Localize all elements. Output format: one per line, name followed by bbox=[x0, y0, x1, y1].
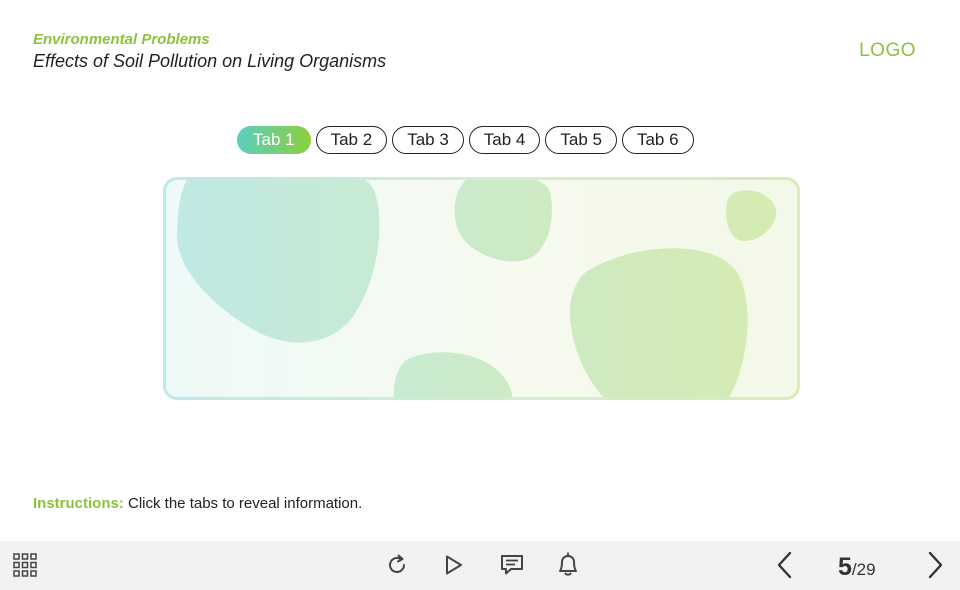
logo: LOGO bbox=[859, 40, 916, 61]
chevron-left-icon[interactable] bbox=[774, 550, 796, 580]
page-counter: 5/29 bbox=[838, 553, 876, 582]
slide-page: Environmental Problems Effects of Soil P… bbox=[0, 0, 960, 590]
blob-shape bbox=[726, 190, 777, 242]
tab-5[interactable]: Tab 5 bbox=[545, 126, 617, 154]
decorative-blobs bbox=[176, 180, 777, 397]
current-page: 5 bbox=[838, 553, 852, 581]
instructions-label: Instructions: bbox=[33, 495, 124, 512]
transcript-icon[interactable] bbox=[499, 553, 525, 577]
blob-shape bbox=[176, 180, 380, 343]
play-icon[interactable] bbox=[442, 553, 466, 577]
chevron-right-icon[interactable] bbox=[924, 550, 946, 580]
player-toolbar bbox=[0, 541, 960, 590]
grid-menu-icon[interactable] bbox=[12, 552, 38, 578]
total-pages: /29 bbox=[851, 560, 876, 579]
replay-icon[interactable] bbox=[385, 553, 409, 577]
tab-6[interactable]: Tab 6 bbox=[621, 126, 694, 154]
blob-shape bbox=[454, 180, 552, 262]
instructions-text: Click the tabs to reveal information. bbox=[123, 495, 363, 512]
blob-shape bbox=[569, 248, 748, 397]
tab-1[interactable]: Tab 1 bbox=[237, 126, 311, 154]
course-category: Environmental Problems bbox=[33, 31, 210, 48]
bell-icon[interactable] bbox=[556, 552, 580, 578]
instructions: Instructions: Click the tabs to reveal i… bbox=[33, 495, 362, 512]
blob-shape bbox=[393, 352, 513, 397]
tab-4[interactable]: Tab 4 bbox=[468, 126, 541, 154]
tab-content-panel bbox=[163, 177, 800, 400]
tab-2[interactable]: Tab 2 bbox=[315, 126, 388, 154]
tab-3[interactable]: Tab 3 bbox=[392, 126, 464, 154]
slide-title: Effects of Soil Pollution on Living Orga… bbox=[33, 51, 387, 71]
tab-bar: Tab 1 Tab 2 Tab 3 Tab 4 Tab 5 Tab 6 bbox=[237, 126, 694, 154]
